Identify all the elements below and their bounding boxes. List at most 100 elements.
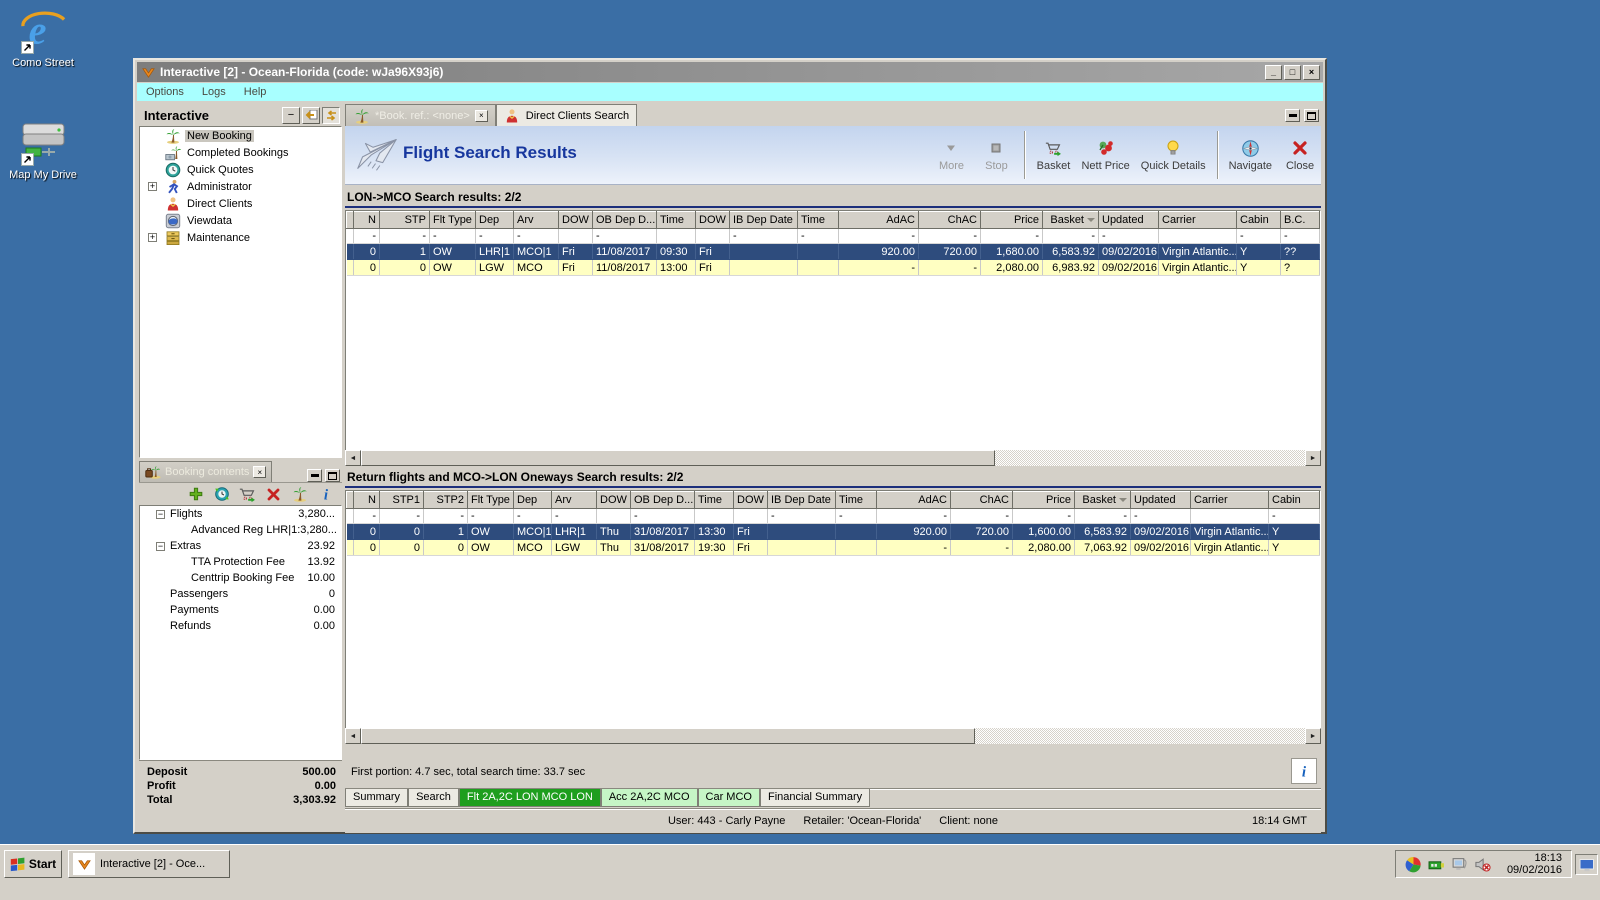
document-tab[interactable]: Direct Clients Search xyxy=(495,104,638,126)
filter-cell[interactable]: - xyxy=(1130,508,1191,524)
filter-cell[interactable]: - xyxy=(767,508,836,524)
tab-close-icon[interactable]: × xyxy=(474,109,488,122)
filter-cell[interactable]: - xyxy=(513,228,559,244)
filter-cell[interactable] xyxy=(558,228,593,244)
column-header[interactable]: Arv xyxy=(513,211,559,229)
column-header[interactable]: N xyxy=(353,211,380,229)
column-header[interactable]: N xyxy=(353,491,380,509)
booking-row[interactable]: TTA Protection Fee 13.92 xyxy=(140,554,341,570)
collapse-icon[interactable]: − xyxy=(156,541,165,551)
quick-details-button[interactable]: Quick Details xyxy=(1141,138,1206,172)
filter-cell[interactable] xyxy=(695,228,730,244)
view-tab[interactable]: Flt 2A,2C LON MCO LON xyxy=(458,789,601,807)
filter-cell[interactable]: - xyxy=(423,508,468,524)
filter-cell[interactable]: - xyxy=(475,228,514,244)
minimize-button[interactable]: _ xyxy=(1265,64,1282,80)
column-header[interactable]: STP xyxy=(379,211,430,229)
filter-cell[interactable]: - xyxy=(838,228,919,244)
result-row[interactable]: 0 1 OW LHR|1 MCO|1 Fri 11/08/2017 09:30 Fri 920.0… xyxy=(346,243,1320,260)
filter-cell[interactable] xyxy=(694,508,734,524)
basket-button[interactable]: Basket xyxy=(1036,138,1070,172)
palm-icon[interactable] xyxy=(291,486,308,503)
column-header[interactable]: Price xyxy=(980,211,1043,229)
filter-cell[interactable]: - xyxy=(551,508,597,524)
column-header[interactable]: Flt Type xyxy=(467,491,514,509)
column-header[interactable]: B.C. xyxy=(1280,211,1320,229)
column-header[interactable]: ChAC xyxy=(950,491,1013,509)
desktop-icon[interactable]: e Como Street xyxy=(0,6,86,69)
nav-item[interactable]: Direct Clients xyxy=(140,195,341,212)
column-header[interactable]: Updated xyxy=(1098,211,1159,229)
filter-cell[interactable]: - xyxy=(980,228,1043,244)
filter-cell[interactable]: - xyxy=(1280,228,1320,244)
swap-arrows-button[interactable] xyxy=(322,106,340,124)
column-header[interactable]: Dep xyxy=(513,491,552,509)
filter-cell[interactable]: - xyxy=(353,508,380,524)
view-tab[interactable]: Search xyxy=(408,789,459,807)
column-header[interactable]: Basket xyxy=(1042,211,1099,229)
taskbar-task-button[interactable]: Interactive [2] - Oce... xyxy=(68,850,230,878)
filter-cell[interactable]: - xyxy=(1042,228,1099,244)
nav-item[interactable]: New Booking xyxy=(140,127,341,144)
close-button[interactable]: × xyxy=(1303,64,1320,80)
antivirus-icon[interactable] xyxy=(1405,856,1422,873)
scroll-right-icon[interactable]: ► xyxy=(1305,450,1321,466)
column-header[interactable]: Price xyxy=(1012,491,1075,509)
column-header[interactable]: AdAC xyxy=(838,211,919,229)
nav-item[interactable]: Quick Quotes xyxy=(140,161,341,178)
view-tab[interactable]: Acc 2A,2C MCO xyxy=(600,789,698,807)
column-header[interactable]: IB Dep Date xyxy=(767,491,836,509)
column-header[interactable]: Time xyxy=(694,491,734,509)
window-titlebar[interactable]: Interactive [2] - Ocean-Florida (code: w… xyxy=(137,62,1323,82)
menu-item-help[interactable]: Help xyxy=(235,86,276,98)
filter-cell[interactable]: - xyxy=(876,508,951,524)
close-button[interactable]: Close xyxy=(1283,138,1317,172)
filter-cell[interactable]: - xyxy=(729,228,798,244)
view-tab[interactable]: Summary xyxy=(345,789,409,807)
booking-row[interactable]: Advanced Reg LHR|1: 3,280... xyxy=(140,522,341,538)
computer-icon[interactable] xyxy=(1451,856,1468,873)
navigate-button[interactable]: Navigate xyxy=(1229,138,1272,172)
scroll-left-icon[interactable]: ◄ xyxy=(345,728,361,744)
filter-cell[interactable] xyxy=(1158,228,1237,244)
filter-cell[interactable]: - xyxy=(1236,228,1281,244)
collapse-icon[interactable]: − xyxy=(156,509,165,519)
column-header[interactable]: OB Dep D... xyxy=(630,491,695,509)
column-header[interactable]: Dep xyxy=(475,211,514,229)
expander-icon[interactable]: + xyxy=(148,233,157,242)
info-icon[interactable]: i xyxy=(317,486,334,503)
scrollbar-thumb[interactable] xyxy=(361,450,995,466)
view-tab[interactable]: Car MCO xyxy=(697,789,760,807)
column-header[interactable]: Time xyxy=(656,211,696,229)
booking-row[interactable]: − Extras 23.92 xyxy=(140,538,341,554)
outbound-horizontal-scrollbar[interactable]: ◄ ► xyxy=(345,450,1321,466)
filter-cell[interactable]: - xyxy=(797,228,839,244)
booking-contents-tab[interactable]: Booking contents × xyxy=(139,461,273,482)
dock-arrow-button[interactable] xyxy=(302,106,320,124)
filter-cell[interactable]: - xyxy=(379,508,424,524)
filter-cell[interactable]: - xyxy=(379,228,430,244)
filter-row[interactable]: --------------- xyxy=(346,508,1320,524)
expander-icon[interactable]: + xyxy=(148,182,157,191)
column-header[interactable]: Cabin xyxy=(1268,491,1320,509)
desktop-icon[interactable]: Map My Drive xyxy=(0,118,86,181)
column-header[interactable]: DOW xyxy=(695,211,730,229)
column-header[interactable] xyxy=(346,491,354,509)
refresh-clock-icon[interactable] xyxy=(213,486,230,503)
column-header[interactable]: DOW xyxy=(733,491,768,509)
panel-minimize-button[interactable] xyxy=(307,469,322,482)
column-header[interactable]: Flt Type xyxy=(429,211,476,229)
result-row[interactable]: 0 0 OW LGW MCO Fri 11/08/2017 13:00 Fri - -2,080.0… xyxy=(346,259,1320,276)
filter-cell[interactable]: - xyxy=(630,508,695,524)
booking-row[interactable]: − Flights 3,280... xyxy=(140,506,341,522)
column-header[interactable]: IB Dep Date xyxy=(729,211,798,229)
cart-icon[interactable] xyxy=(239,486,256,503)
filter-cell[interactable]: - xyxy=(353,228,380,244)
filter-cell[interactable] xyxy=(656,228,696,244)
column-header[interactable]: Time xyxy=(797,211,839,229)
nav-item[interactable]: + Administrator xyxy=(140,178,341,195)
result-row[interactable]: 0 0 0 OW MCO LGW Thu 31/08/2017 19:30 Fri - -2,080.… xyxy=(346,539,1320,556)
filter-cell[interactable]: - xyxy=(1098,228,1159,244)
nav-item[interactable]: Viewdata xyxy=(140,212,341,229)
filter-cell[interactable] xyxy=(1190,508,1269,524)
